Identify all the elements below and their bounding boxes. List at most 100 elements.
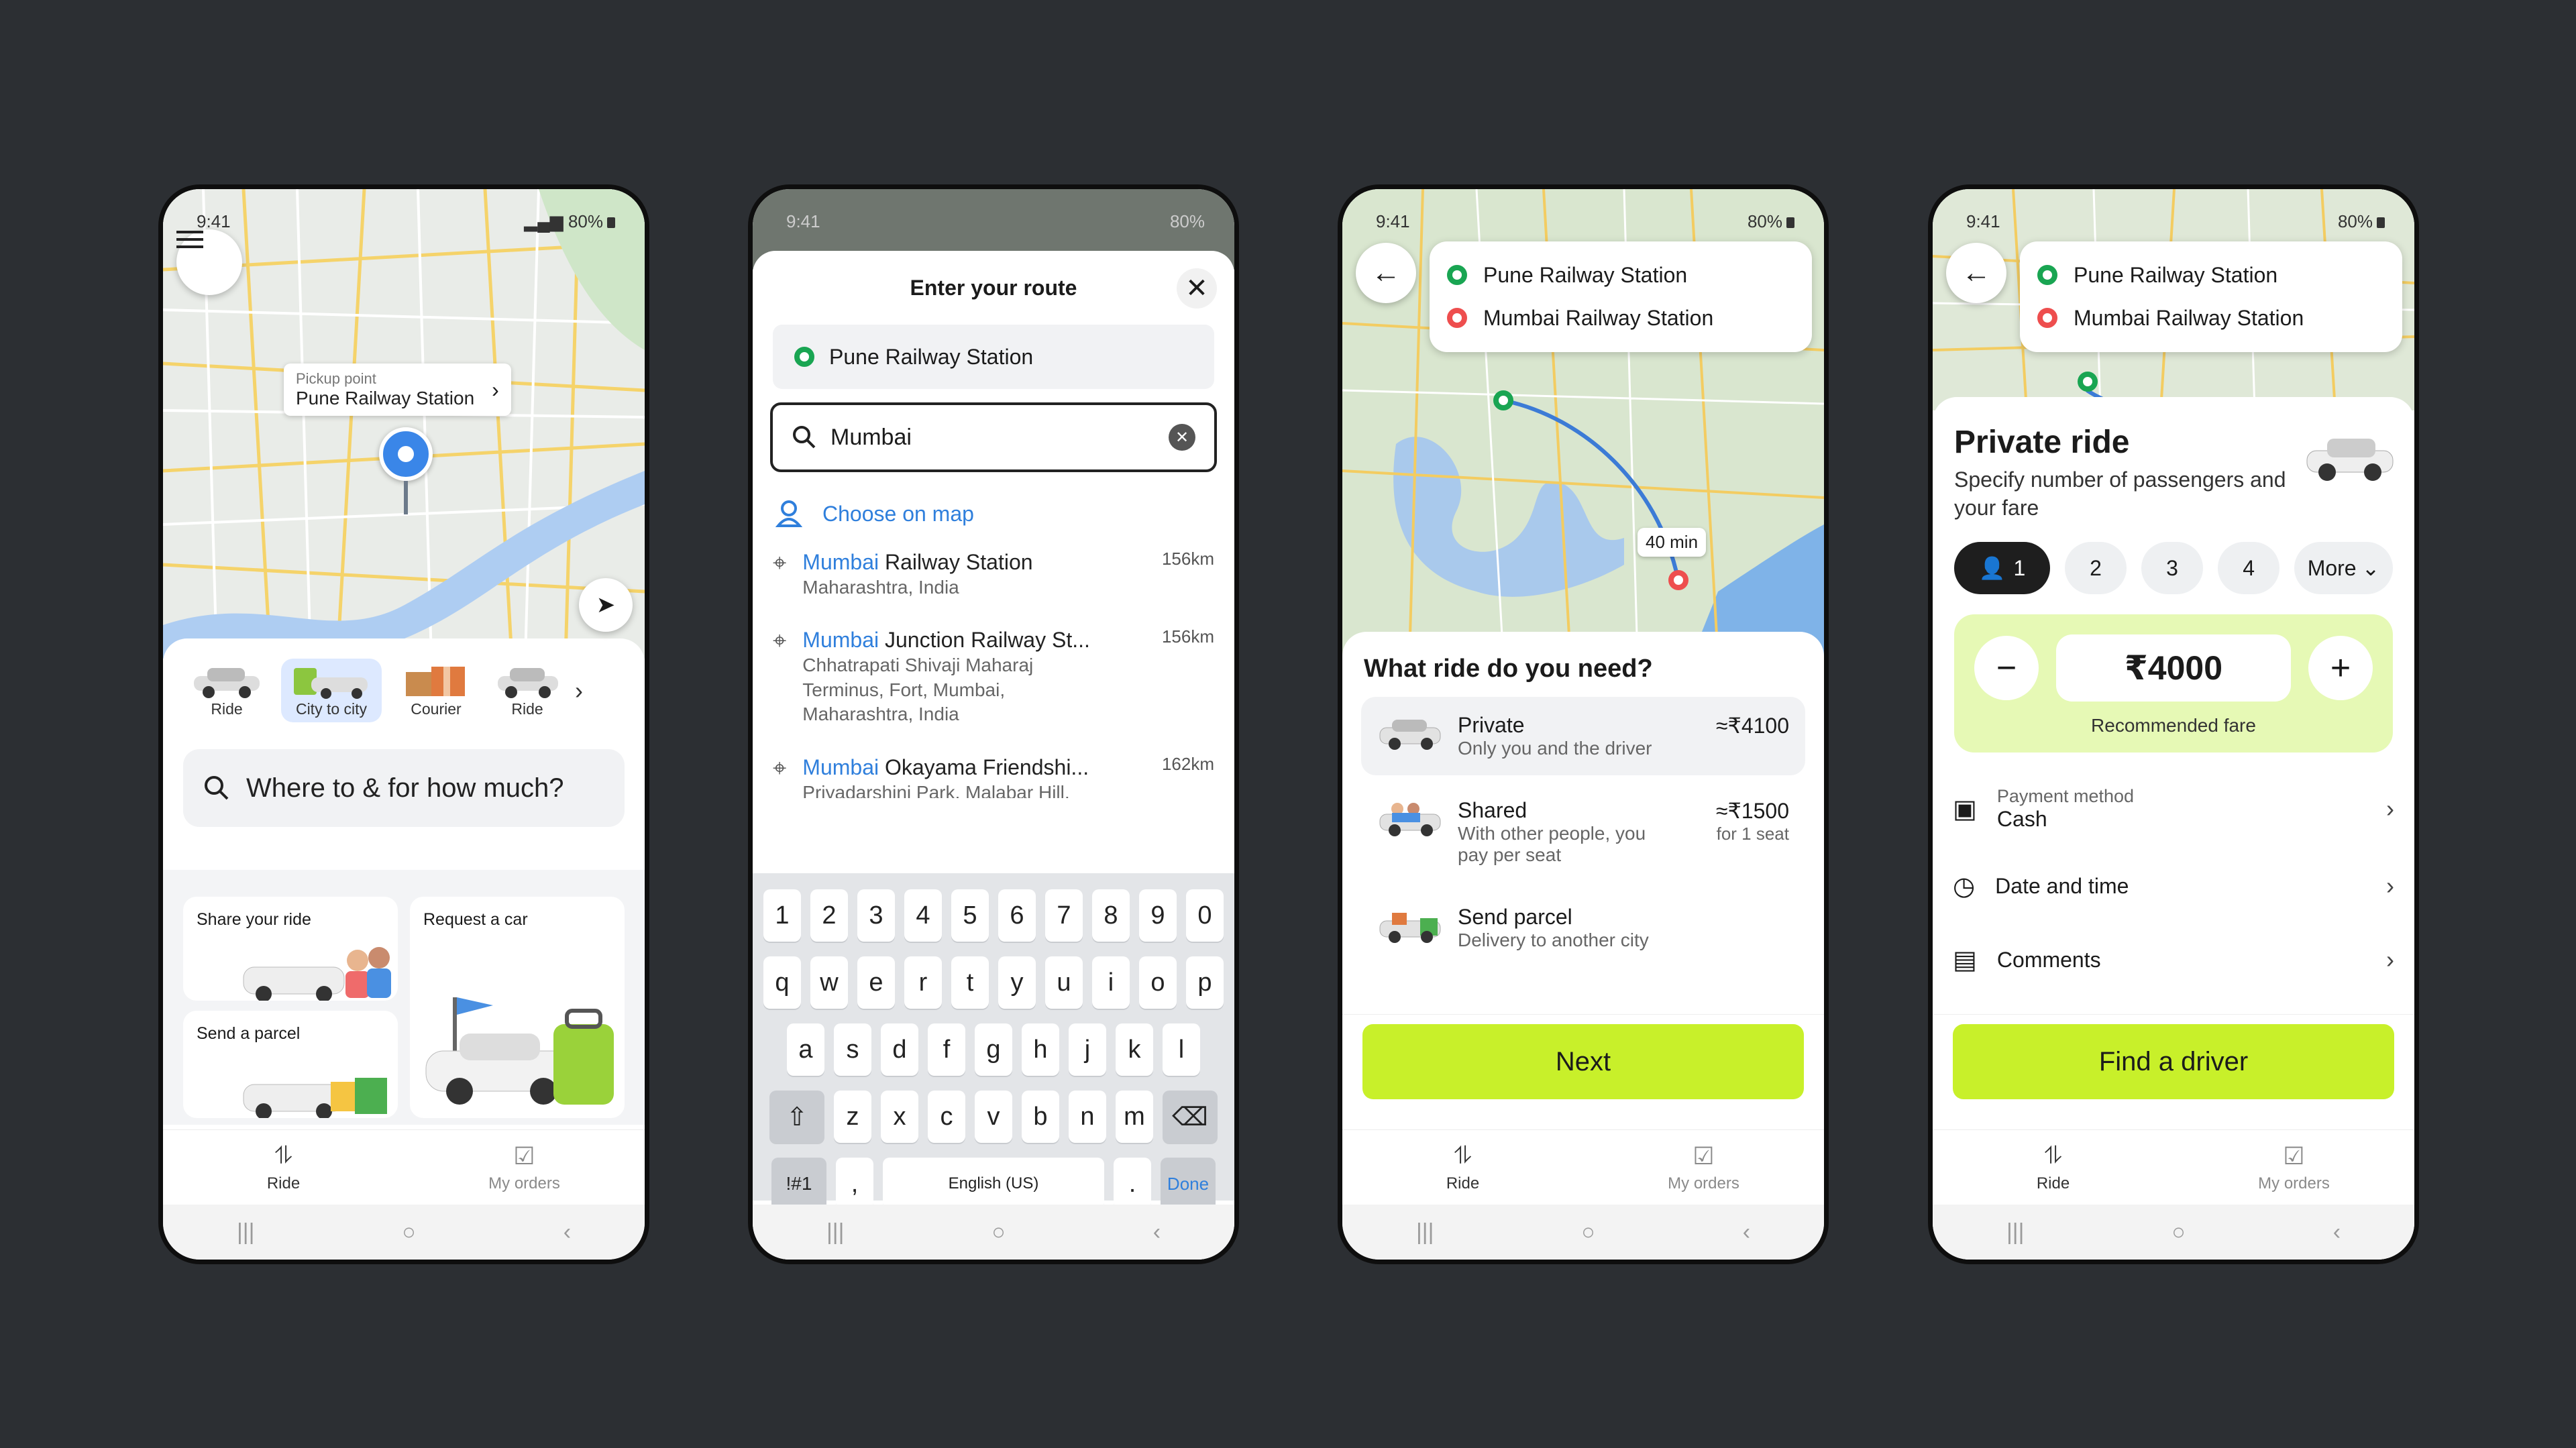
key-f[interactable]: f	[928, 1023, 965, 1076]
next-button[interactable]: Next	[1362, 1024, 1804, 1099]
done-key[interactable]: Done	[1161, 1158, 1216, 1210]
back-icon[interactable]: ‹	[1153, 1219, 1161, 1245]
passenger-option[interactable]: 3	[2141, 542, 2204, 595]
home-icon[interactable]: ○	[2171, 1219, 2186, 1245]
find-driver-button[interactable]: Find a driver	[1953, 1024, 2394, 1099]
back-button[interactable]: ←	[1356, 243, 1416, 303]
suggestion-item[interactable]: ⌖ Mumbai Railway Station Maharashtra, Ind…	[753, 535, 1234, 613]
comments-row[interactable]: ▤ Comments ›	[1933, 923, 2414, 997]
key-d[interactable]: d	[881, 1023, 918, 1076]
from-field[interactable]: Pune Railway Station	[773, 325, 1214, 389]
key-z[interactable]: z	[834, 1091, 871, 1143]
key-r[interactable]: r	[904, 956, 942, 1009]
space-key[interactable]: English (US)	[883, 1158, 1104, 1210]
key-k[interactable]: k	[1116, 1023, 1153, 1076]
nav-tab-my-orders[interactable]: ☑ My orders	[2174, 1130, 2414, 1205]
nav-tab-ride[interactable]: ⥮ Ride	[1933, 1130, 2174, 1205]
key-q[interactable]: q	[763, 956, 801, 1009]
suggestion-item[interactable]: ⌖ Mumbai Junction Railway St... Chhatrapa…	[753, 613, 1234, 740]
key-n[interactable]: n	[1069, 1091, 1106, 1143]
choose-on-map-link[interactable]: Choose on map	[753, 472, 1234, 535]
passenger-option-selected[interactable]: 👤 1	[1954, 542, 2050, 595]
key-t[interactable]: t	[951, 956, 989, 1009]
date-time-row[interactable]: ◷ Date and time ›	[1933, 849, 2414, 923]
nav-tab-my-orders[interactable]: ☑ My orders	[1583, 1130, 1824, 1205]
ride-option-shared[interactable]: Shared With other people, you pay per sea…	[1361, 782, 1805, 882]
back-button[interactable]: ←	[1946, 243, 2006, 303]
home-icon[interactable]: ○	[991, 1219, 1006, 1245]
key-7[interactable]: 7	[1045, 889, 1083, 942]
mode-ride[interactable]: Ride	[176, 659, 277, 722]
key-s[interactable]: s	[834, 1023, 871, 1076]
key-y[interactable]: y	[998, 956, 1036, 1009]
locate-me-button[interactable]: ➤	[579, 578, 633, 632]
chevron-right-icon[interactable]: ›	[575, 677, 583, 705]
key-i[interactable]: i	[1092, 956, 1130, 1009]
recents-icon[interactable]: |||	[2006, 1219, 2025, 1245]
key-p[interactable]: p	[1186, 956, 1224, 1009]
key-c[interactable]: c	[928, 1091, 965, 1143]
clear-input-icon[interactable]: ✕	[1169, 424, 1195, 451]
destination-search-bar[interactable]: Where to & for how much?	[183, 749, 625, 827]
recents-icon[interactable]: |||	[1416, 1219, 1434, 1245]
key-g[interactable]: g	[975, 1023, 1012, 1076]
route-summary-card[interactable]: Pune Railway Station Mumbai Railway Stat…	[1430, 241, 1812, 352]
key-0[interactable]: 0	[1186, 889, 1224, 942]
key-8[interactable]: 8	[1092, 889, 1130, 942]
map-view[interactable]: Pickup point Pune Railway Station › ➤	[163, 189, 645, 659]
back-icon[interactable]: ‹	[1743, 1219, 1750, 1245]
key-4[interactable]: 4	[904, 889, 942, 942]
more-passengers-dropdown[interactable]: More ⌄	[2294, 542, 2393, 595]
comma-key[interactable]: ,	[836, 1158, 873, 1210]
payment-method-row[interactable]: ▣ Payment method Cash ›	[1933, 769, 2414, 849]
key-9[interactable]: 9	[1139, 889, 1177, 942]
fare-input[interactable]: ₹4000	[2056, 634, 2291, 702]
nav-tab-my-orders[interactable]: ☑ My orders	[404, 1130, 645, 1205]
decrease-fare-button[interactable]: −	[1974, 636, 2039, 701]
symbols-key[interactable]: !#1	[771, 1158, 826, 1210]
ride-option-private[interactable]: Private Only you and the driver ≈₹4100	[1361, 697, 1805, 775]
key-2[interactable]: 2	[810, 889, 848, 942]
recents-icon[interactable]: |||	[237, 1219, 255, 1245]
mode-ride-2[interactable]: Ride	[490, 659, 564, 722]
destination-input[interactable]: Mumbai ✕	[770, 402, 1217, 472]
route-summary-card[interactable]: Pune Railway Station Mumbai Railway Stat…	[2020, 241, 2402, 352]
menu-button[interactable]	[176, 229, 242, 295]
pickup-point-tooltip[interactable]: Pickup point Pune Railway Station ›	[284, 364, 511, 416]
route-map[interactable]: 40 min ← Pune Railway Station Mumbai Rai…	[1342, 189, 1824, 659]
key-o[interactable]: o	[1139, 956, 1177, 1009]
key-b[interactable]: b	[1022, 1091, 1059, 1143]
key-v[interactable]: v	[975, 1091, 1012, 1143]
home-icon[interactable]: ○	[402, 1219, 416, 1245]
nav-tab-ride[interactable]: ⥮ Ride	[1342, 1130, 1583, 1205]
close-button[interactable]: ✕	[1177, 268, 1217, 309]
share-ride-card[interactable]: Share your ride	[183, 897, 398, 1001]
send-parcel-card[interactable]: Send a parcel	[183, 1011, 398, 1118]
passenger-option[interactable]: 4	[2218, 542, 2280, 595]
home-icon[interactable]: ○	[1581, 1219, 1595, 1245]
suggestion-item[interactable]: ⌖ Mumbai Okayama Friendshi... Priyadarshi…	[753, 740, 1234, 798]
mode-courier[interactable]: Courier	[386, 659, 486, 722]
key-u[interactable]: u	[1045, 956, 1083, 1009]
key-a[interactable]: a	[787, 1023, 824, 1076]
increase-fare-button[interactable]: +	[2308, 636, 2373, 701]
backspace-key[interactable]: ⌫	[1163, 1091, 1218, 1143]
ride-option-send-parcel[interactable]: Send parcel Delivery to another city	[1361, 889, 1805, 967]
key-x[interactable]: x	[881, 1091, 918, 1143]
key-h[interactable]: h	[1022, 1023, 1059, 1076]
key-j[interactable]: j	[1069, 1023, 1106, 1076]
request-car-card[interactable]: Request a car	[410, 897, 625, 1118]
recents-icon[interactable]: |||	[826, 1219, 845, 1245]
key-w[interactable]: w	[810, 956, 848, 1009]
key-3[interactable]: 3	[857, 889, 895, 942]
mode-city-to-city[interactable]: City to city	[281, 659, 382, 722]
passenger-option[interactable]: 2	[2064, 542, 2127, 595]
key-l[interactable]: l	[1163, 1023, 1200, 1076]
key-e[interactable]: e	[857, 956, 895, 1009]
period-key[interactable]: .	[1114, 1158, 1151, 1210]
shift-key[interactable]: ⇧	[769, 1091, 824, 1143]
nav-tab-ride[interactable]: ⥮ Ride	[163, 1130, 404, 1205]
back-icon[interactable]: ‹	[564, 1219, 571, 1245]
key-m[interactable]: m	[1116, 1091, 1153, 1143]
key-1[interactable]: 1	[763, 889, 801, 942]
